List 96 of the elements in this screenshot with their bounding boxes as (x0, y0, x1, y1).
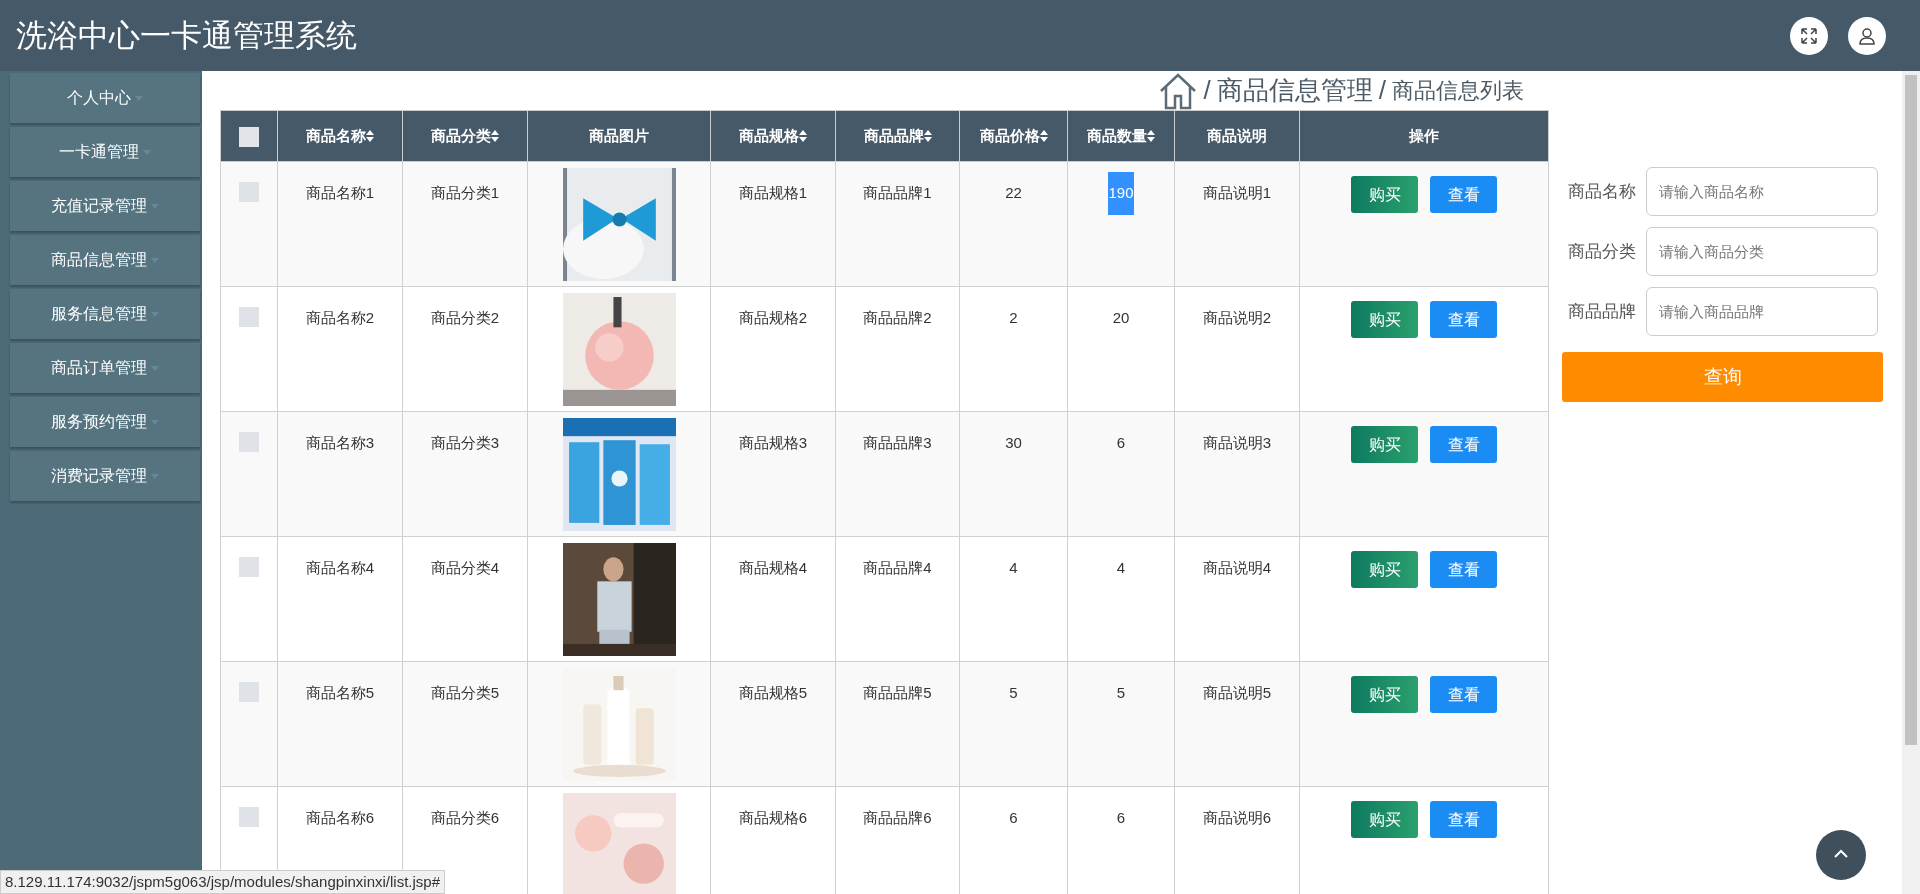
table-cell: 商品名称2 (305, 309, 375, 326)
search-field[interactable]: 请输入商品品牌 (1646, 287, 1878, 336)
sidebar-item[interactable]: 充值记录管理 (10, 181, 200, 231)
row-checkbox[interactable] (239, 557, 259, 577)
table-cell: 商品名称3 (305, 434, 375, 451)
sidebar-item[interactable]: 商品信息管理 (10, 235, 200, 285)
table-cell: 20 (1112, 309, 1130, 326)
table-cell: 商品品牌5 (863, 684, 932, 701)
sort-icon (923, 130, 932, 142)
breadcrumb-current: 商品信息列表 (1392, 77, 1524, 105)
sort-icon (799, 130, 807, 142)
sidebar-item[interactable]: 消费记录管理 (10, 451, 200, 501)
field-label: 商品名称 (1567, 179, 1636, 203)
buy-button[interactable]: 购买 (1351, 301, 1418, 338)
buy-button[interactable]: 购买 (1351, 176, 1418, 213)
breadcrumb-separator: / (1378, 74, 1386, 107)
sort-icon (1039, 130, 1048, 142)
table-cell: 商品名称6 (305, 809, 375, 826)
table-cell: 商品规格6 (738, 809, 808, 826)
sidebar-item[interactable]: 商品订单管理 (10, 343, 200, 393)
table-cell: 6 (1116, 809, 1126, 826)
table-cell: 190 (1108, 172, 1134, 215)
table-cell: 商品说明1 (1202, 184, 1272, 201)
breadcrumb-separator: / (1203, 74, 1211, 107)
table-cell: 商品品牌1 (863, 184, 932, 201)
search-field[interactable]: 请输入商品分类 (1646, 227, 1878, 276)
table-cell: 商品分类4 (430, 559, 500, 576)
sort-icon (1147, 130, 1155, 142)
table-cell: 商品分类6 (430, 809, 500, 826)
search-field[interactable]: 请输入商品名称 (1646, 167, 1878, 216)
row-checkbox[interactable] (239, 182, 259, 202)
view-button[interactable]: 查看 (1430, 801, 1497, 838)
buy-button[interactable]: 购买 (1351, 801, 1418, 838)
table-cell: 商品分类5 (430, 684, 500, 701)
buy-button[interactable]: 购买 (1351, 676, 1418, 713)
sidebar-item[interactable]: 服务信息管理 (10, 289, 200, 339)
select-all-checkbox[interactable] (239, 126, 259, 147)
view-button[interactable]: 查看 (1430, 426, 1497, 463)
table-cell: 商品名称5 (305, 684, 375, 701)
sort-icon (366, 130, 374, 142)
row-checkbox[interactable] (239, 307, 259, 327)
table-cell: 商品规格4 (738, 559, 808, 576)
breadcrumb-link[interactable]: 商品信息管理 (1216, 71, 1373, 110)
row-checkbox[interactable] (239, 682, 259, 702)
scrollbar[interactable] (1902, 71, 1920, 894)
table-cell: 商品名称1 (305, 184, 375, 201)
table-cell: 商品名称4 (305, 559, 375, 576)
status-url: 8.129.11.174:9032/jspm5g063/jsp/modules/shangpinxinxi/list.jsp# (0, 869, 445, 894)
table-cell: 商品规格3 (738, 434, 808, 451)
row-checkbox[interactable] (239, 807, 259, 827)
table-cell: 商品规格1 (738, 184, 808, 201)
view-button[interactable]: 查看 (1430, 676, 1497, 713)
table-cell: 4 (1116, 559, 1126, 576)
table-cell: 商品规格5 (738, 684, 808, 701)
table-cell: 商品说明4 (1202, 559, 1272, 576)
table-cell: 商品分类3 (430, 434, 500, 451)
table-cell: 5 (1116, 684, 1126, 701)
buy-button[interactable]: 购买 (1351, 551, 1418, 588)
sort-icon (491, 130, 499, 142)
user-button[interactable] (1848, 16, 1886, 55)
field-label: 商品品牌 (1567, 299, 1636, 323)
table-cell: 6 (1116, 434, 1126, 451)
table-cell: 2 (1009, 309, 1018, 326)
table-cell: 30 (1005, 434, 1022, 451)
table-cell: 商品品牌2 (863, 309, 932, 326)
table-cell: 5 (1009, 684, 1018, 701)
column-header: 操作 (1409, 125, 1439, 146)
expand-icon (1800, 26, 1818, 45)
table-cell: 4 (1009, 559, 1018, 576)
table-cell: 商品分类1 (430, 184, 500, 201)
buy-button[interactable]: 购买 (1351, 426, 1418, 463)
sidebar-item[interactable]: 个人中心 (10, 73, 200, 123)
table-cell: 22 (1005, 184, 1022, 201)
user-icon (1858, 26, 1876, 45)
table-cell: 商品分类2 (430, 309, 500, 326)
table-cell: 商品品牌3 (863, 434, 932, 451)
table-cell: 商品说明2 (1202, 309, 1272, 326)
table-cell: 商品品牌6 (863, 809, 932, 826)
app-title: 洗浴中心一卡通管理系统 (16, 16, 357, 56)
view-button[interactable]: 查看 (1430, 176, 1497, 213)
table-cell: 6 (1009, 809, 1018, 826)
table-cell: 商品说明6 (1202, 809, 1272, 826)
view-button[interactable]: 查看 (1430, 301, 1497, 338)
table-cell: 商品说明3 (1202, 434, 1272, 451)
field-label: 商品分类 (1567, 239, 1636, 263)
column-header: 商品说明 (1207, 125, 1267, 146)
view-button[interactable]: 查看 (1430, 551, 1497, 588)
sidebar-item[interactable]: 一卡通管理 (10, 127, 200, 177)
table-cell: 商品品牌4 (863, 559, 932, 576)
table-cell: 商品说明5 (1202, 684, 1272, 701)
table-cell: 商品规格2 (738, 309, 808, 326)
column-header: 商品图片 (589, 125, 649, 146)
row-checkbox[interactable] (239, 432, 259, 452)
back-to-top-button[interactable] (1816, 830, 1866, 880)
sidebar-item[interactable]: 服务预约管理 (10, 397, 200, 447)
fullscreen-button[interactable] (1790, 16, 1828, 55)
